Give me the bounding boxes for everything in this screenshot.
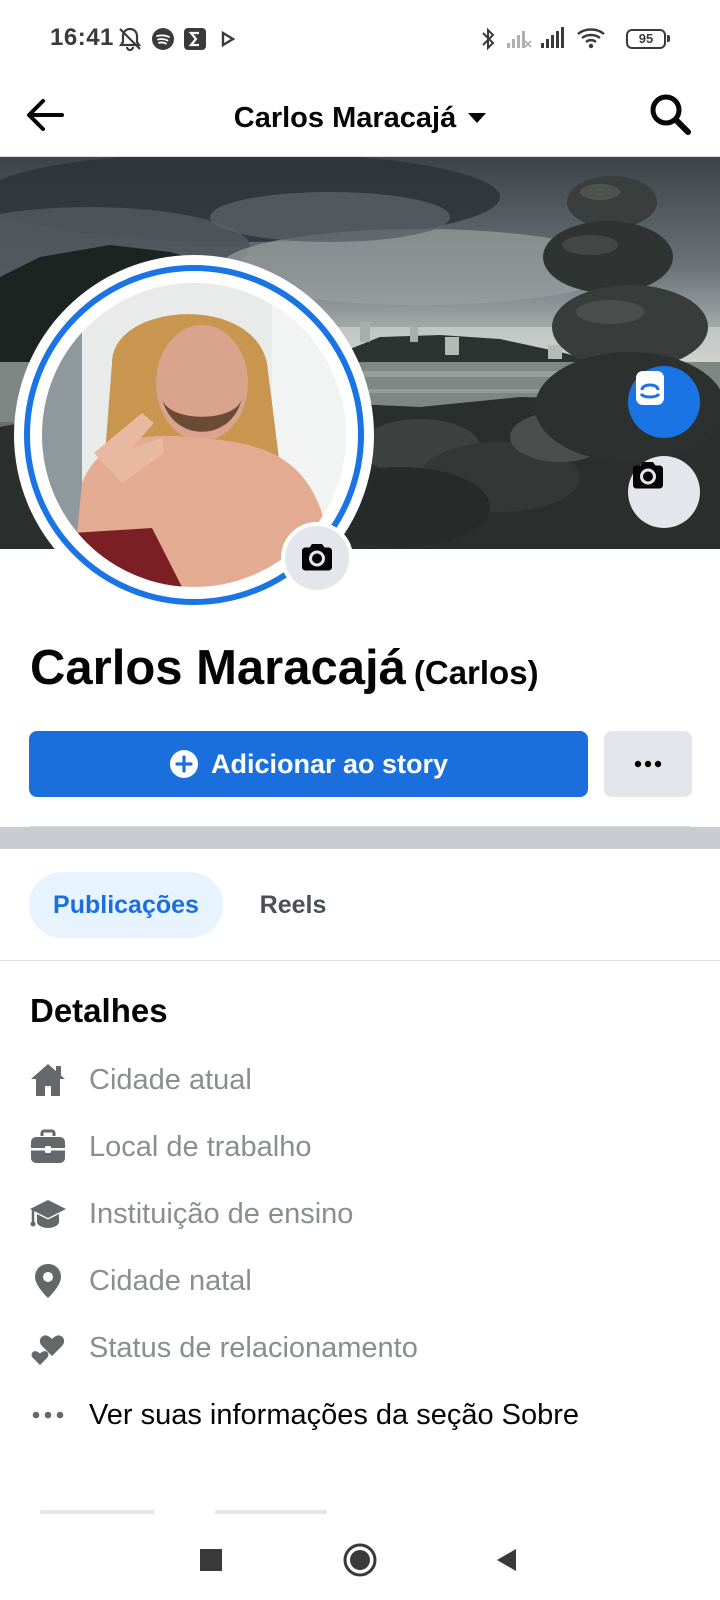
card-peek [40, 1510, 155, 1514]
signal-icon [541, 27, 564, 48]
home-icon [28, 1060, 68, 1100]
detail-current-city[interactable]: Cidade atual [28, 1055, 698, 1105]
detail-see-about[interactable]: Ver suas informações da seção Sobre [28, 1390, 698, 1440]
location-pin-icon [28, 1261, 68, 1301]
detail-education[interactable]: Instituição de ensino [28, 1189, 698, 1239]
detail-hometown[interactable]: Cidade natal [28, 1256, 698, 1306]
caret-down-icon [468, 113, 487, 123]
back-button[interactable] [22, 92, 68, 138]
arrow-left-icon [27, 99, 64, 131]
detail-label: Ver suas informações da seção Sobre [89, 1398, 580, 1431]
home-button[interactable] [336, 1536, 384, 1584]
profile-name-row: Carlos Maracajá (Carlos) [30, 640, 690, 696]
profile-camera-button[interactable] [281, 522, 353, 594]
camera-icon [302, 544, 332, 571]
hearts-icon [28, 1328, 68, 1368]
status-time: 16:41 [50, 24, 114, 51]
detail-label: Status de relacionamento [89, 1331, 418, 1364]
detail-label: Cidade atual [89, 1063, 252, 1096]
detail-workplace[interactable]: Local de trabalho [28, 1122, 698, 1172]
more-dots-icon [634, 760, 662, 768]
detail-relationship[interactable]: Status de relacionamento [28, 1323, 698, 1373]
profile-name: Carlos Maracajá [30, 641, 406, 695]
detail-label: Instituição de ensino [89, 1197, 354, 1230]
tab-publicacoes[interactable]: Publicações [29, 872, 223, 938]
back-nav-button[interactable] [483, 1536, 531, 1584]
status-bar: 16:41 95 [0, 0, 720, 78]
camera-icon [633, 462, 663, 489]
add-to-story-button[interactable]: Adicionar ao story [29, 731, 588, 797]
profile-switcher[interactable]: Carlos Maracajá [200, 98, 520, 138]
back-triangle-icon [497, 1549, 516, 1571]
profile-nickname: (Carlos) [413, 654, 539, 691]
tabs-divider [0, 960, 720, 961]
spotify-icon [152, 28, 174, 50]
plus-circle-icon [169, 750, 198, 778]
avatar-icon [636, 371, 664, 405]
details-title: Detalhes [30, 992, 168, 1029]
notifications-off-icon [118, 27, 142, 52]
bluetooth-icon [482, 27, 495, 51]
detail-label: Local de trabalho [89, 1130, 312, 1163]
system-nav-bar [0, 1516, 720, 1600]
search-icon [650, 94, 691, 135]
section-divider [0, 827, 720, 849]
briefcase-icon [28, 1127, 68, 1167]
add-to-story-label: Adicionar ao story [210, 748, 449, 779]
wifi-icon [577, 28, 605, 49]
graduation-cap-icon [28, 1194, 68, 1234]
more-options-button[interactable] [604, 731, 692, 797]
battery-icon: 95 [626, 29, 670, 49]
play-icon [221, 30, 236, 48]
home-circle-icon [343, 1543, 377, 1577]
signal-off-icon [507, 31, 532, 48]
tab-reels[interactable]: Reels [238, 872, 348, 938]
search-button[interactable] [644, 88, 696, 140]
more-dots-icon [28, 1395, 68, 1435]
recents-square-icon [200, 1549, 222, 1571]
avatar-edit-button[interactable] [628, 366, 700, 438]
detail-label: Cidade natal [89, 1264, 252, 1297]
header-title: Carlos Maracajá [233, 101, 457, 134]
app-header: Carlos Maracajá [0, 78, 720, 157]
card-peek [215, 1510, 327, 1514]
recents-button[interactable] [187, 1536, 235, 1584]
cover-camera-button[interactable] [628, 456, 700, 528]
sigma-app-icon [184, 28, 206, 50]
